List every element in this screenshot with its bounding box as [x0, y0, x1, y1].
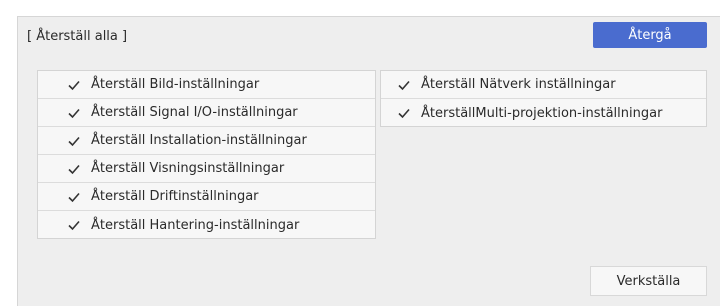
- reset-management-settings-item[interactable]: Återställ Hantering-inställningar: [38, 211, 375, 239]
- reset-options-list-right: Återställ Nätverk inställningar Återstäl…: [380, 70, 707, 127]
- back-button[interactable]: Återgå: [593, 22, 707, 48]
- reset-image-settings-item[interactable]: Återställ Bild-inställningar: [38, 71, 375, 99]
- check-icon: [67, 162, 81, 176]
- check-icon: [67, 78, 81, 92]
- page-title: [ Återställ alla ]: [27, 29, 128, 44]
- item-label: Återställ Bild-inställningar: [91, 77, 260, 92]
- item-label: Återställ Visningsinställningar: [91, 161, 285, 176]
- apply-button[interactable]: Verkställa: [590, 266, 707, 296]
- check-icon: [67, 190, 81, 204]
- check-icon: [67, 106, 81, 120]
- item-label: Återställ Driftinställningar: [91, 189, 259, 204]
- reset-signal-io-settings-item[interactable]: Återställ Signal I/O-inställningar: [38, 99, 375, 127]
- reset-multi-projection-settings-item[interactable]: ÅterställMulti-projektion-inställningar: [381, 99, 706, 127]
- check-icon: [397, 106, 411, 120]
- check-icon: [67, 218, 81, 232]
- reset-installation-settings-item[interactable]: Återställ Installation-inställningar: [38, 127, 375, 155]
- reset-network-settings-item[interactable]: Återställ Nätverk inställningar: [381, 71, 706, 99]
- item-label: Återställ Hantering-inställningar: [91, 217, 300, 233]
- item-label: Återställ Nätverk inställningar: [421, 77, 616, 92]
- item-label: Återställ Signal I/O-inställningar: [91, 105, 298, 120]
- item-label: ÅterställMulti-projektion-inställningar: [421, 105, 663, 121]
- check-icon: [397, 78, 411, 92]
- reset-display-settings-item[interactable]: Återställ Visningsinställningar: [38, 155, 375, 183]
- reset-options-list-left: Återställ Bild-inställningar Återställ S…: [37, 70, 376, 239]
- item-label: Återställ Installation-inställningar: [91, 133, 307, 148]
- check-icon: [67, 134, 81, 148]
- reset-operation-settings-item[interactable]: Återställ Driftinställningar: [38, 183, 375, 211]
